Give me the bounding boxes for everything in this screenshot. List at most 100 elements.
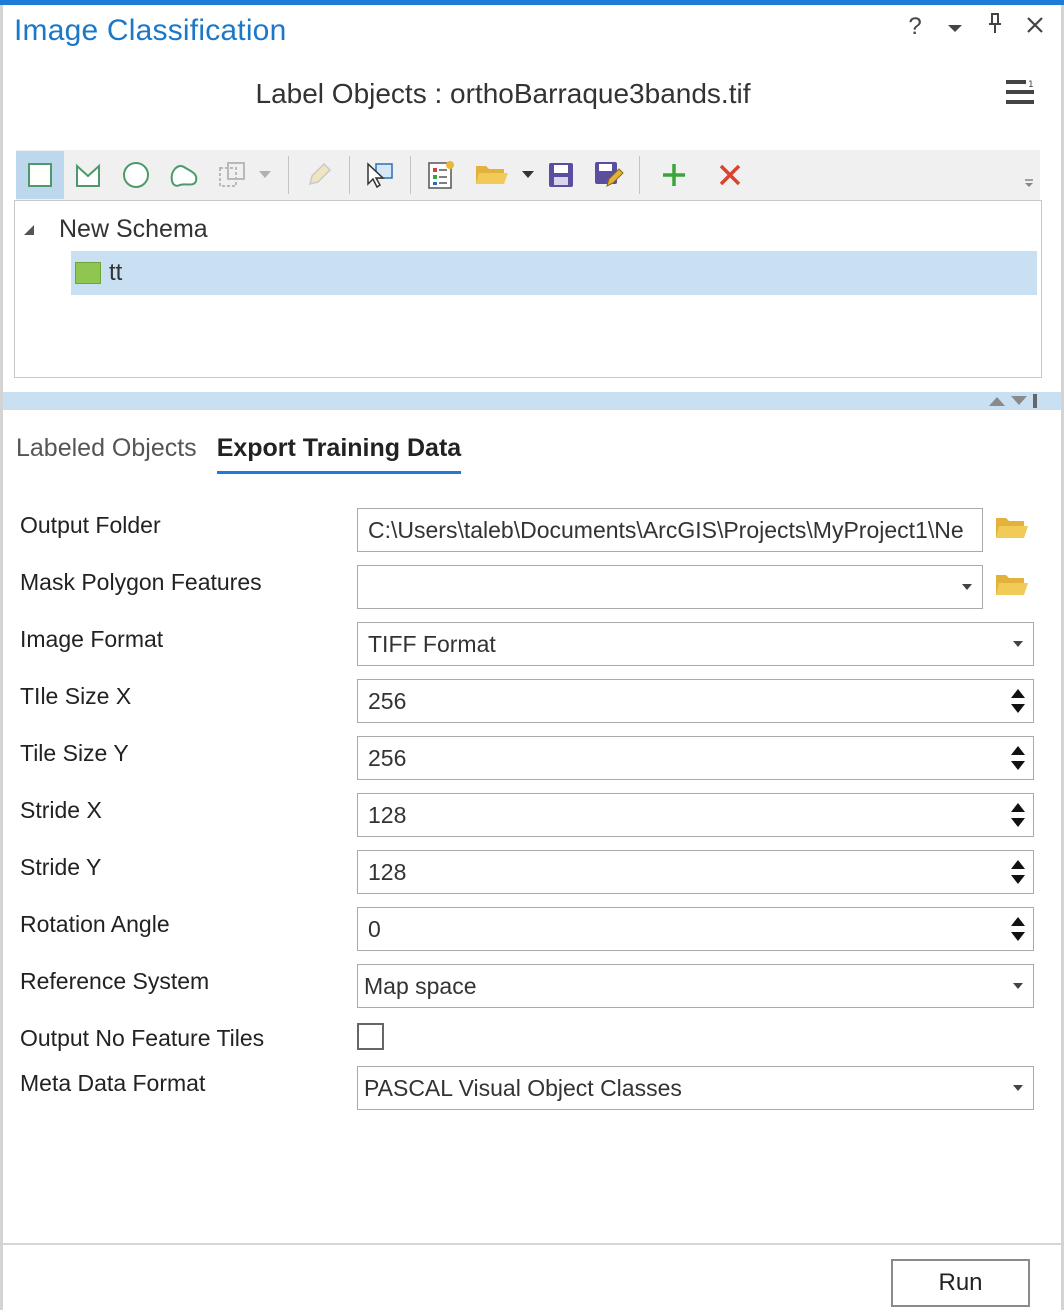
select-icon	[367, 162, 393, 189]
meta-data-format-select[interactable]: PASCAL Visual Object Classes	[357, 1066, 1034, 1110]
tab-labeled-objects[interactable]: Labeled Objects	[16, 434, 197, 474]
open-schema-dropdown[interactable]	[519, 171, 537, 179]
chevron-down-icon[interactable]	[1003, 983, 1033, 989]
tile-size-y-input[interactable]: 256	[357, 736, 1034, 780]
pin-button[interactable]	[982, 12, 1008, 42]
save-as-schema-button[interactable]	[585, 151, 633, 199]
output-no-feature-tiles-label: Output No Feature Tiles	[20, 1025, 265, 1051]
stride-y-spinner[interactable]	[1003, 851, 1033, 893]
spin-down-icon[interactable]	[1011, 761, 1025, 770]
save-icon	[549, 163, 573, 187]
reference-system-label: Reference System	[20, 968, 210, 994]
mask-polygon-select[interactable]	[357, 565, 983, 609]
polygon-tool-button[interactable]	[64, 151, 112, 199]
tile-size-y-spinner[interactable]	[1003, 737, 1033, 779]
footer-divider	[3, 1243, 1061, 1245]
menu-icon: 1	[1006, 80, 1034, 104]
browse-mask-polygon-button[interactable]	[994, 571, 1032, 601]
class-color-swatch[interactable]	[75, 262, 101, 284]
pane-splitter[interactable]	[3, 392, 1061, 410]
add-class-button[interactable]	[646, 151, 702, 199]
pane-title: Image Classification	[14, 14, 287, 47]
delete-class-button[interactable]	[702, 151, 758, 199]
pane-menu-button[interactable]: 1	[1006, 78, 1036, 106]
run-button[interactable]: Run	[891, 1259, 1030, 1307]
chevron-down-icon[interactable]	[1003, 1085, 1033, 1091]
splitter-controls	[989, 394, 1037, 408]
schema-root[interactable]: New Schema	[21, 215, 208, 244]
folder-icon	[996, 575, 1028, 595]
chevron-down-icon[interactable]	[952, 584, 982, 590]
image-format-select[interactable]: TIFF Format	[357, 622, 1034, 666]
new-template-icon	[428, 161, 454, 189]
stride-x-value: 128	[368, 801, 407, 828]
expand-down-icon[interactable]	[1011, 396, 1027, 406]
select-tool-button[interactable]	[356, 151, 404, 199]
rotation-angle-value: 0	[368, 915, 381, 942]
freehand-icon	[170, 165, 198, 187]
pane-accent-bar	[0, 0, 1064, 5]
svg-text:1: 1	[1028, 80, 1034, 90]
window-controls: ?	[902, 12, 1048, 42]
stride-y-input[interactable]: 128	[357, 850, 1034, 894]
schema-tree: New Schema tt	[14, 200, 1042, 378]
tile-size-x-spinner[interactable]	[1003, 680, 1033, 722]
stride-x-spinner[interactable]	[1003, 794, 1033, 836]
tab-export-training-data[interactable]: Export Training Data	[216, 434, 462, 474]
chevron-down-icon[interactable]	[1003, 641, 1033, 647]
auto-detect-dropdown[interactable]	[256, 171, 274, 179]
spin-down-icon[interactable]	[1011, 875, 1025, 884]
output-folder-value: C:\Users\taleb\Documents\ArcGIS\Projects…	[368, 516, 964, 543]
browse-output-folder-button[interactable]	[994, 514, 1032, 544]
rotation-angle-input[interactable]: 0	[357, 907, 1034, 951]
add-class-icon	[663, 164, 685, 186]
spin-down-icon[interactable]	[1011, 704, 1025, 713]
label-toolbar	[16, 150, 1040, 200]
mask-polygon-label: Mask Polygon Features	[20, 569, 262, 595]
delete-class-icon	[719, 164, 741, 186]
spin-down-icon[interactable]	[1011, 818, 1025, 827]
spin-down-icon[interactable]	[1011, 932, 1025, 941]
schema-class-item[interactable]: tt	[71, 251, 1037, 295]
chevron-down-icon	[948, 25, 962, 32]
pin-icon	[989, 13, 1001, 33]
new-template-button[interactable]	[417, 151, 465, 199]
rectangle-tool-button[interactable]	[16, 151, 64, 199]
output-folder-input[interactable]: C:\Users\taleb\Documents\ArcGIS\Projects…	[357, 508, 983, 552]
toolbar-overflow-button[interactable]	[1024, 176, 1034, 194]
rotation-angle-label: Rotation Angle	[20, 911, 170, 937]
spin-up-icon[interactable]	[1011, 803, 1025, 812]
tile-size-x-value: 256	[368, 687, 407, 714]
freehand-tool-button[interactable]	[160, 151, 208, 199]
pane-options-dropdown[interactable]	[942, 12, 968, 42]
close-button[interactable]	[1022, 12, 1048, 42]
circle-icon	[123, 162, 149, 188]
open-schema-button[interactable]	[465, 151, 519, 199]
auto-detect-tool-button[interactable]	[208, 151, 256, 199]
circle-tool-button[interactable]	[112, 151, 160, 199]
tile-size-x-input[interactable]: 256	[357, 679, 1034, 723]
rotation-angle-spinner[interactable]	[1003, 908, 1033, 950]
toolbar-separator	[349, 156, 350, 194]
expand-caret-icon[interactable]	[21, 222, 37, 238]
edit-label-button[interactable]	[295, 151, 343, 199]
reference-system-select[interactable]: Map space	[357, 964, 1034, 1008]
tile-size-y-value: 256	[368, 744, 407, 771]
class-label: tt	[109, 259, 123, 286]
tile-size-x-label: TIle Size X	[20, 683, 132, 709]
stride-x-label: Stride X	[20, 797, 102, 823]
collapse-up-icon[interactable]	[989, 396, 1005, 406]
spin-up-icon[interactable]	[1011, 689, 1025, 698]
chevron-down-icon	[259, 171, 271, 178]
spin-up-icon[interactable]	[1011, 860, 1025, 869]
open-folder-icon	[476, 166, 508, 184]
tab-strip: Labeled Objects Export Training Data	[16, 434, 462, 474]
spin-up-icon[interactable]	[1011, 746, 1025, 755]
stride-x-input[interactable]: 128	[357, 793, 1034, 837]
help-button[interactable]: ?	[902, 12, 928, 42]
spin-up-icon[interactable]	[1011, 917, 1025, 926]
save-schema-button[interactable]	[537, 151, 585, 199]
output-no-feature-tiles-checkbox[interactable]	[357, 1023, 384, 1050]
image-format-value: TIFF Format	[368, 630, 496, 657]
meta-data-format-label: Meta Data Format	[20, 1070, 206, 1096]
